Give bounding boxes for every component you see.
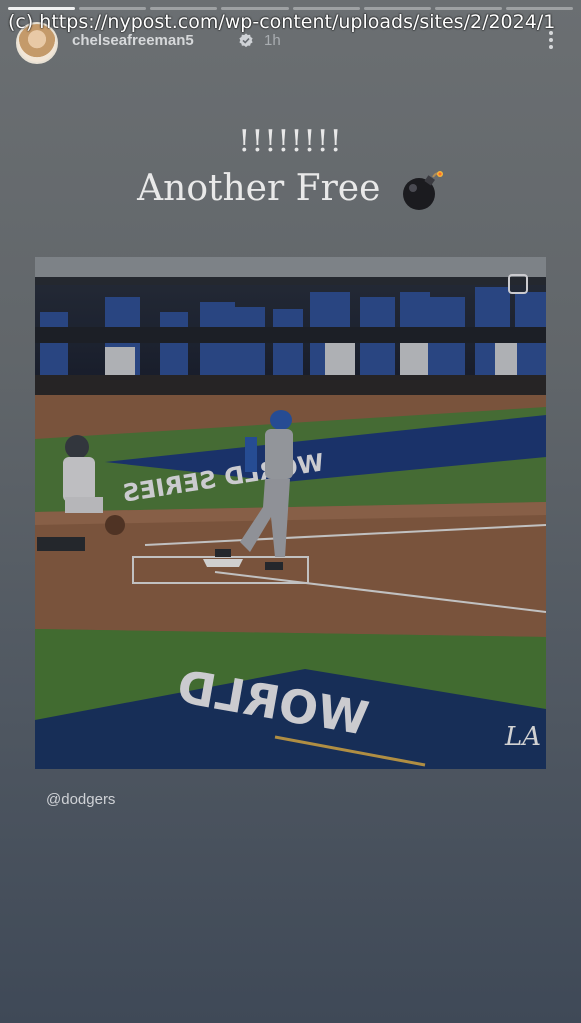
mention-sticker[interactable]: @dodgers bbox=[46, 791, 115, 808]
username[interactable]: chelseafreeman5 bbox=[72, 32, 194, 49]
progress-segment bbox=[79, 7, 147, 10]
watermark-text: (c) https://nypost.com/wp-content/upload… bbox=[8, 11, 556, 33]
post-time: 1h bbox=[264, 32, 281, 49]
progress-segment bbox=[8, 7, 76, 10]
baseball-scene: WORLD SERIES WORLD bbox=[35, 257, 546, 769]
progress-segment bbox=[505, 7, 573, 10]
caption-text: Another Free bbox=[137, 168, 381, 209]
story-progress-bar bbox=[8, 7, 573, 10]
progress-segment bbox=[150, 7, 218, 10]
progress-segment bbox=[292, 7, 360, 10]
progress-segment bbox=[363, 7, 431, 10]
bomb-icon bbox=[402, 171, 443, 210]
caption-line: Another Free bbox=[0, 168, 581, 213]
progress-segment bbox=[434, 7, 502, 10]
caption-exclamations: !!!!!!!! bbox=[238, 124, 343, 159]
verified-badge-icon bbox=[239, 33, 253, 48]
baseball-photo[interactable]: WORLD SERIES WORLD bbox=[35, 257, 546, 769]
progress-segment bbox=[221, 7, 289, 10]
